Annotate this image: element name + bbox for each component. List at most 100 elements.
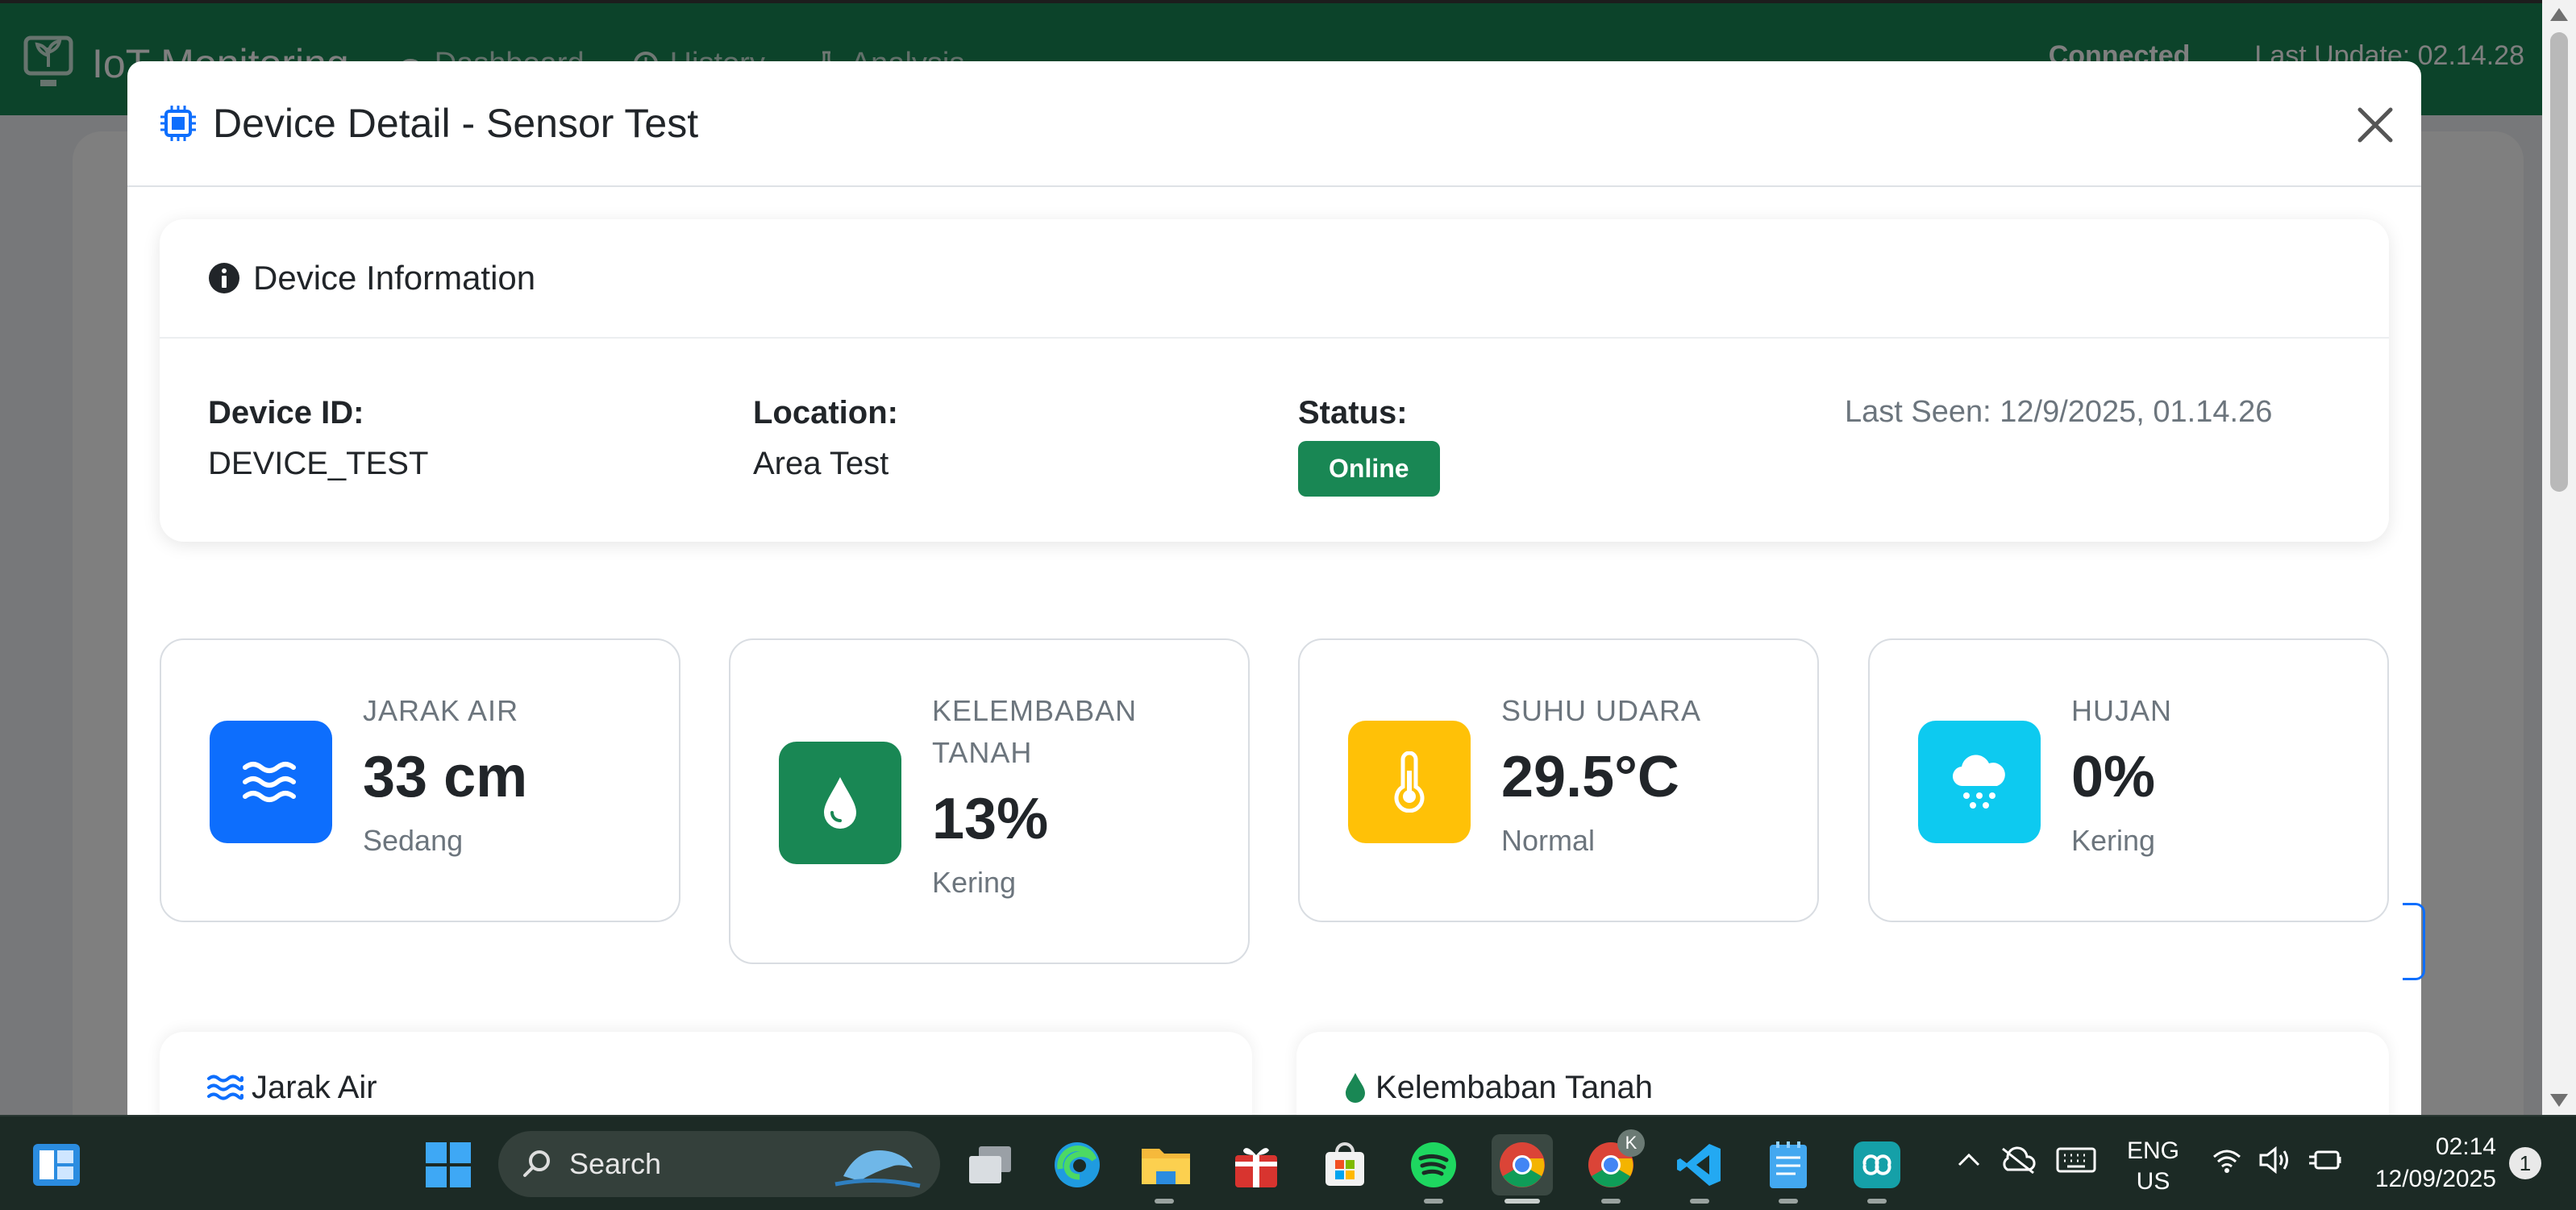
store-bag-icon	[1325, 1142, 1364, 1186]
device-info-header: Device Information	[160, 219, 2389, 339]
running-indicator	[1155, 1199, 1174, 1204]
edge-browser-icon	[1055, 1142, 1100, 1187]
language-code: ENG	[2127, 1137, 2180, 1164]
scroll-down-arrow[interactable]	[2550, 1094, 2568, 1107]
metric-status: Kering	[932, 866, 1017, 899]
device-id-field: Device ID: DEVICE_TEST	[208, 395, 428, 482]
device-id-label: Device ID:	[208, 395, 364, 430]
location-value: Area Test	[753, 446, 889, 481]
metric-icon-box	[210, 721, 332, 843]
metric-card-hujan: HUJAN 0% Kering	[1868, 638, 2389, 922]
notepad-button[interactable]	[1758, 1134, 1819, 1195]
spotify-icon	[1411, 1142, 1456, 1187]
metric-value: 33 cm	[363, 745, 528, 809]
scroll-thumb[interactable]	[2550, 32, 2568, 492]
metric-text: JARAK AIR 33 cm Sedang	[363, 690, 653, 858]
arduino-icon	[1854, 1141, 1900, 1188]
volume-icon	[2259, 1146, 2288, 1175]
running-indicator	[1690, 1199, 1709, 1204]
modal-body: Device Information Device ID: DEVICE_TES…	[160, 219, 2389, 1125]
windows-logo-icon	[426, 1142, 471, 1187]
tray-overflow-chevron[interactable]	[1954, 1146, 1983, 1181]
metric-status: Sedang	[363, 824, 464, 857]
widgets-button[interactable]	[26, 1134, 87, 1195]
widgets-icon	[33, 1144, 80, 1186]
chrome-profile-button[interactable]: K	[1580, 1129, 1645, 1195]
region-code: US	[2136, 1168, 2170, 1195]
volume-tray[interactable]	[2258, 1146, 2293, 1181]
metric-value: 0%	[2071, 745, 2156, 809]
chart-card-header: Jarak Air	[160, 1032, 1252, 1125]
metric-label: HUJAN	[2071, 694, 2173, 727]
status-label: Status:	[1298, 395, 1408, 430]
metric-card-kelembaban-tanah: KELEMBABAN TANAH 13% Kering	[729, 638, 1250, 964]
chart-title: Jarak Air	[252, 1069, 377, 1105]
cloud-rain-icon	[1952, 755, 2005, 809]
clock-time: 02:14	[2435, 1133, 2496, 1160]
metric-label: SUHU UDARA	[1501, 694, 1702, 727]
modal-title: Device Detail - Sensor Test	[213, 101, 699, 146]
location-label: Location:	[753, 395, 898, 430]
metric-status: Kering	[2071, 824, 2156, 857]
microsoft-store-button[interactable]	[1314, 1134, 1375, 1195]
dolphin-search-highlight-icon	[834, 1150, 921, 1188]
metric-text: SUHU UDARA 29.5°C Normal	[1501, 690, 1792, 858]
spotify-button[interactable]	[1403, 1134, 1464, 1195]
status-badge: Online	[1298, 441, 1440, 497]
notification-badge[interactable]: 1	[2509, 1147, 2541, 1179]
battery-tray[interactable]	[2308, 1146, 2343, 1181]
scroll-up-arrow[interactable]	[2550, 8, 2568, 21]
task-view-button[interactable]	[959, 1134, 1021, 1195]
windows-taskbar: Search K ENG US 02:14 12/09/2025 1	[0, 1115, 2576, 1210]
info-circle-icon	[209, 263, 239, 293]
device-info-grid: Device ID: DEVICE_TEST Location: Area Te…	[160, 339, 2389, 540]
onedrive-tray[interactable]	[2000, 1146, 2037, 1181]
chrome-active-button[interactable]	[1492, 1134, 1553, 1195]
vscode-button[interactable]	[1669, 1134, 1730, 1195]
water-waves-icon	[243, 762, 296, 802]
search-icon	[523, 1150, 550, 1177]
file-explorer-button[interactable]	[1135, 1134, 1196, 1195]
page-scrollbar[interactable]	[2542, 0, 2576, 1115]
close-icon[interactable]	[2352, 102, 2399, 148]
device-id-value: DEVICE_TEST	[208, 446, 429, 481]
metric-value: 13%	[932, 787, 1049, 851]
running-indicator	[1779, 1199, 1798, 1204]
metric-value: 29.5°C	[1501, 745, 1679, 809]
notepad-icon	[1770, 1141, 1807, 1188]
chevron-up-icon	[1958, 1153, 1980, 1166]
status-field: Status: Online	[1298, 395, 1440, 497]
wifi-tray[interactable]	[2211, 1146, 2243, 1181]
chart-title: Kelembaban Tanah	[1375, 1069, 1653, 1105]
water-waves-icon	[207, 1075, 243, 1100]
taskbar-search[interactable]: Search	[498, 1131, 940, 1197]
chart-card-kelembaban-tanah: Kelembaban Tanah	[1296, 1032, 2389, 1125]
active-indicator	[1504, 1199, 1540, 1204]
start-button[interactable]	[418, 1134, 479, 1195]
keyboard-icon	[2056, 1147, 2096, 1173]
language-indicator[interactable]: ENG US	[2127, 1136, 2179, 1197]
chart-card-header: Kelembaban Tanah	[1296, 1032, 2389, 1125]
metric-icon-box	[1348, 721, 1471, 843]
clock-date: 12/09/2025	[2374, 1166, 2496, 1192]
running-indicator	[1867, 1199, 1887, 1204]
vscode-icon	[1677, 1144, 1721, 1186]
device-info-card: Device Information Device ID: DEVICE_TES…	[160, 219, 2389, 542]
keyboard-tray[interactable]	[2056, 1146, 2096, 1181]
clock[interactable]: 02:14 12/09/2025	[2367, 1131, 2496, 1195]
gift-app-button[interactable]	[1226, 1134, 1287, 1195]
gift-icon	[1235, 1148, 1277, 1187]
device-detail-modal: Device Detail - Sensor Test Device Infor…	[127, 61, 2421, 1125]
metric-icon-box	[1918, 721, 2041, 843]
arduino-ide-button[interactable]	[1846, 1134, 1908, 1195]
metric-status: Normal	[1501, 824, 1596, 857]
folder-icon	[1142, 1149, 1190, 1184]
droplet-icon	[824, 777, 856, 829]
last-seen: Last Seen: 12/9/2025, 01.14.26	[1845, 395, 2273, 429]
running-indicator	[1424, 1199, 1443, 1204]
metric-text: KELEMBABAN TANAH 13% Kering	[932, 690, 1222, 900]
edge-button[interactable]	[1047, 1134, 1108, 1195]
profile-badge: K	[1617, 1129, 1645, 1157]
metric-label: JARAK AIR	[363, 694, 519, 727]
wifi-icon	[2213, 1150, 2241, 1173]
